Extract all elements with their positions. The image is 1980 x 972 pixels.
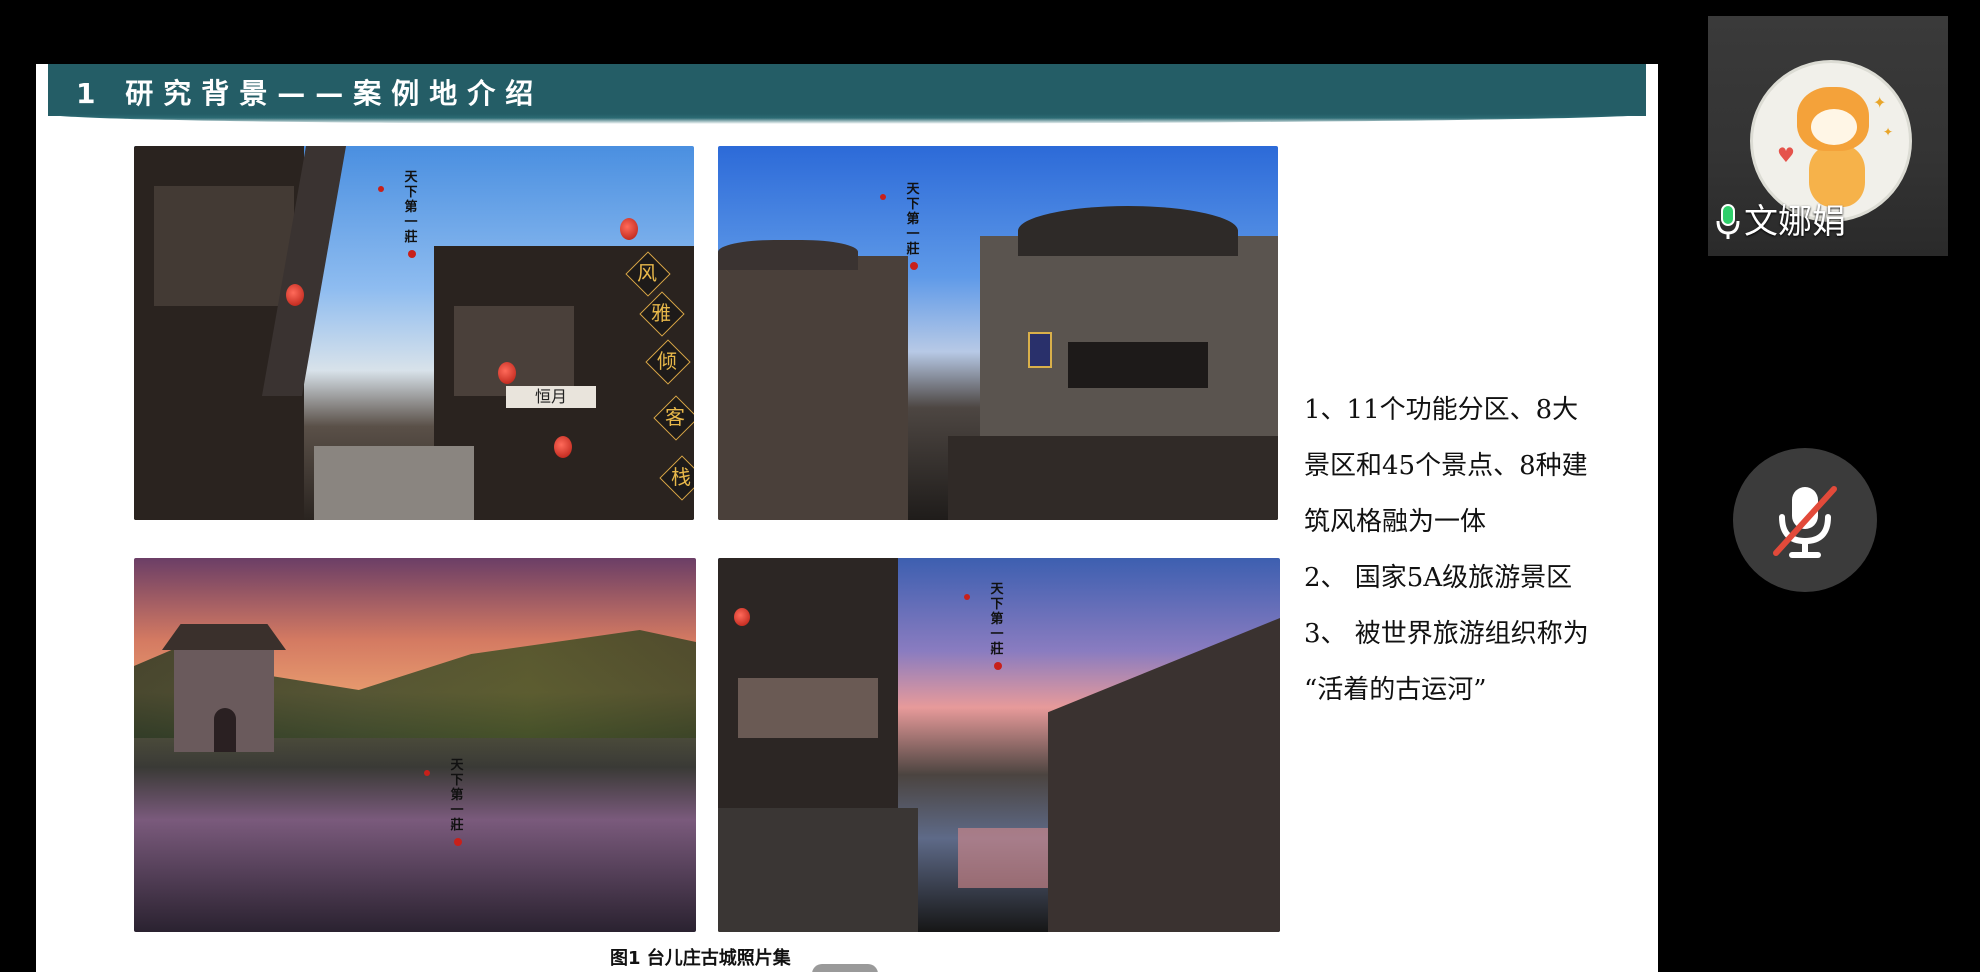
- mic-muted-icon: [1773, 486, 1837, 558]
- seal-text: 天下第一莊: [990, 582, 1004, 657]
- tiger-avatar-icon: ♥ ✦ ✦: [1750, 60, 1912, 222]
- mute-button[interactable]: [1733, 448, 1877, 592]
- photo-canal-sunset: 天下第一莊: [134, 558, 696, 932]
- shop-plaque: 恒月: [534, 387, 567, 406]
- bullet-line: “活着的古运河”: [1304, 675, 1487, 705]
- seal-text: 天下第一莊: [450, 758, 464, 833]
- sign-char: 风: [637, 261, 657, 285]
- sign-char: 栈: [671, 465, 691, 489]
- photo-gable-house: 天下第一莊: [718, 146, 1278, 520]
- bullet-line: 3、 被世界旅游组织称为: [1304, 619, 1589, 649]
- sign-char: 雅: [651, 301, 671, 325]
- bullet-line: 1、11个功能分区、8大: [1304, 395, 1579, 425]
- figure-caption: 图1 台儿庄古城照片集: [610, 948, 791, 969]
- participant-name: 文娜娟: [1744, 202, 1846, 242]
- seal-text: 天下第一莊: [404, 170, 418, 245]
- bullet-line: 筑风格融为一体: [1304, 507, 1487, 537]
- bullet-line: 景区和45个景点、8种建: [1304, 451, 1588, 481]
- slide-scroll-handle[interactable]: [812, 964, 878, 972]
- sign-char: 客: [665, 405, 685, 429]
- bullet-line: 2、 国家5A级旅游景区: [1304, 563, 1573, 593]
- photo-ancient-street: 天下第一莊 恒月 风 雅 倾 客 栈: [134, 146, 694, 520]
- participant-video-tile[interactable]: ♥ ✦ ✦ 文娜娟: [1708, 16, 1948, 256]
- sign-char: 倾: [657, 349, 677, 373]
- slide-title: 1 研究背景——案例地介绍: [76, 77, 544, 110]
- presentation-slide: 1 研究背景——案例地介绍 天下第一莊 恒月 风 雅 倾 客 栈 天下第一莊 天…: [36, 64, 1658, 972]
- slide-title-bar: 1 研究背景——案例地介绍: [48, 64, 1646, 124]
- slide-bullet-list: 1、11个功能分区、8大 景区和45个景点、8种建 筑风格融为一体 2、 国家5…: [1304, 382, 1644, 718]
- seal-text: 天下第一莊: [906, 182, 920, 257]
- mic-active-icon: [1716, 203, 1740, 241]
- participant-name-row: 文娜娟: [1716, 202, 1846, 242]
- photo-canal-buildings: 天下第一莊: [718, 558, 1280, 932]
